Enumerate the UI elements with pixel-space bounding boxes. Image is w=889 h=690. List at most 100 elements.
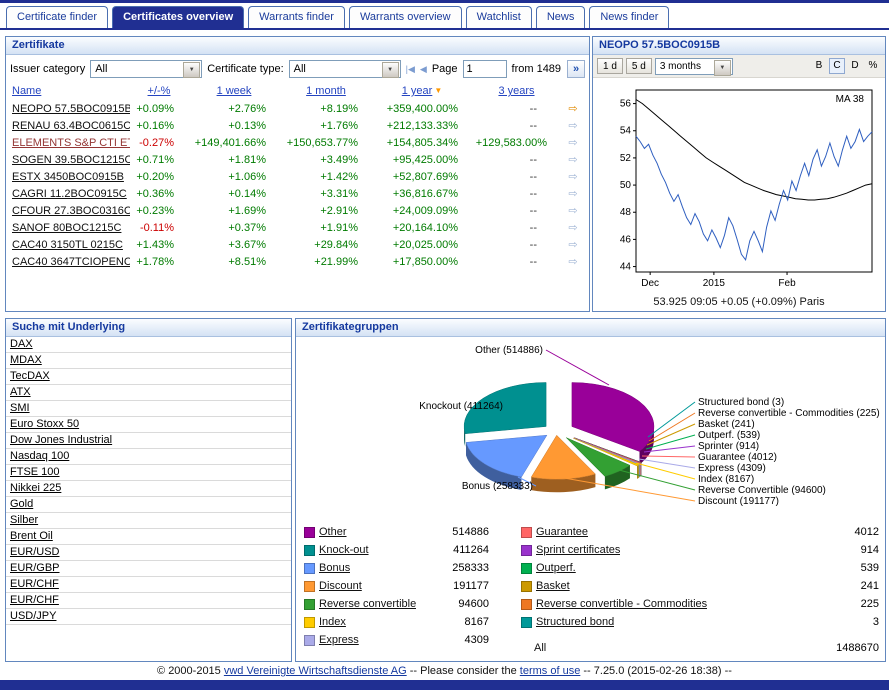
certificate-link[interactable]: SOGEN 39.5BOC1215C xyxy=(12,154,130,166)
legend-link-basket[interactable]: Basket xyxy=(536,580,570,592)
underlying-item[interactable]: EUR/CHF xyxy=(6,593,291,609)
underlying-link[interactable]: Nikkei 225 xyxy=(10,482,61,494)
column-header-link[interactable]: 1 week xyxy=(217,85,252,97)
underlying-item[interactable]: Euro Stoxx 50 xyxy=(6,417,291,433)
range-select[interactable]: 3 months ▼ xyxy=(655,58,733,75)
underlying-item[interactable]: USD/JPY xyxy=(6,609,291,625)
certificate-link[interactable]: CFOUR 27.3BOC0316C xyxy=(12,205,130,217)
certificate-link[interactable]: ESTX 3450BOC0915B xyxy=(12,171,124,183)
chart-mode-b-button[interactable]: B xyxy=(811,58,827,74)
legend-link-structured-bond[interactable]: Structured bond xyxy=(536,616,614,628)
row-arrow-icon[interactable]: ⇨ xyxy=(568,103,577,115)
first-page-icon[interactable]: |◀ xyxy=(406,64,415,75)
tab-news-finder[interactable]: News finder xyxy=(589,6,669,28)
underlying-link[interactable]: EUR/CHF xyxy=(10,578,59,590)
underlying-link[interactable]: EUR/USD xyxy=(10,546,60,558)
certificate-link[interactable]: SANOF 80BOC1215C xyxy=(12,222,121,234)
issuer-category-select[interactable]: All ▼ xyxy=(90,60,202,78)
underlying-item[interactable]: Gold xyxy=(6,497,291,513)
row-arrow-icon[interactable]: ⇨ xyxy=(568,120,577,132)
column-header-link[interactable]: 1 month xyxy=(306,85,346,97)
row-arrow-icon[interactable]: ⇨ xyxy=(568,137,577,149)
chart-mode-percent-button[interactable]: % xyxy=(865,58,881,74)
terms-of-use-link[interactable]: terms of use xyxy=(520,665,581,677)
column-header-name[interactable]: Name xyxy=(8,82,130,100)
row-arrow-icon[interactable]: ⇨ xyxy=(568,239,577,251)
legend-link-reverse-convertible-commodities[interactable]: Reverse convertible - Commodities xyxy=(536,598,707,610)
column-header-1-year[interactable]: 1 year▼ xyxy=(372,82,472,100)
legend-link-outperf[interactable]: Outperf. xyxy=(536,562,576,574)
underlying-item[interactable]: Silber xyxy=(6,513,291,529)
legend-link-discount[interactable]: Discount xyxy=(319,580,362,592)
chevron-down-icon[interactable]: ▼ xyxy=(382,62,399,78)
column-header-1-week[interactable]: 1 week xyxy=(188,82,280,100)
underlying-item[interactable]: EUR/CHF xyxy=(6,577,291,593)
underlying-link[interactable]: Silber xyxy=(10,514,38,526)
underlying-link[interactable]: TecDAX xyxy=(10,370,50,382)
vwd-link[interactable]: vwd Vereinigte Wirtschaftsdienste AG xyxy=(224,665,407,677)
underlying-item[interactable]: EUR/USD xyxy=(6,545,291,561)
tab-certificates-overview[interactable]: Certificates overview xyxy=(112,6,244,28)
chart-mode-c-button[interactable]: C xyxy=(829,58,845,74)
next-pages-button[interactable]: » xyxy=(567,60,585,78)
row-arrow-icon[interactable]: ⇨ xyxy=(568,222,577,234)
underlying-link[interactable]: ATX xyxy=(10,386,31,398)
underlying-item[interactable]: DAX xyxy=(6,337,291,353)
row-arrow-icon[interactable]: ⇨ xyxy=(568,188,577,200)
column-header-1-month[interactable]: 1 month xyxy=(280,82,372,100)
underlying-link[interactable]: EUR/CHF xyxy=(10,594,59,606)
certificate-type-select[interactable]: All ▼ xyxy=(289,60,401,78)
legend-link-other[interactable]: Other xyxy=(319,526,347,538)
underlying-link[interactable]: Nasdaq 100 xyxy=(10,450,69,462)
underlying-link[interactable]: DAX xyxy=(10,338,33,350)
certificate-link[interactable]: CAGRI 11.2BOC0915C xyxy=(12,188,127,200)
row-arrow-icon[interactable]: ⇨ xyxy=(568,171,577,183)
page-input[interactable] xyxy=(463,60,507,78)
legend-link-reverse-convertible[interactable]: Reverse convertible xyxy=(319,598,416,610)
legend-link-index[interactable]: Index xyxy=(319,616,346,628)
row-arrow-icon[interactable]: ⇨ xyxy=(568,154,577,166)
legend-link-bonus[interactable]: Bonus xyxy=(319,562,350,574)
underlying-item[interactable]: Dow Jones Industrial xyxy=(6,433,291,449)
tab-warrants-overview[interactable]: Warrants overview xyxy=(349,6,462,28)
underlying-item[interactable]: Brent Oil xyxy=(6,529,291,545)
certificate-link[interactable]: NEOPO 57.5BOC0915B xyxy=(12,103,130,115)
underlying-item[interactable]: Nasdaq 100 xyxy=(6,449,291,465)
underlying-item[interactable]: ATX xyxy=(6,385,291,401)
underlying-item[interactable]: SMI xyxy=(6,401,291,417)
legend-link-express[interactable]: Express xyxy=(319,634,359,646)
underlying-link[interactable]: USD/JPY xyxy=(10,610,56,622)
underlying-item[interactable]: FTSE 100 xyxy=(6,465,291,481)
underlying-item[interactable]: Nikkei 225 xyxy=(6,481,291,497)
underlying-link[interactable]: MDAX xyxy=(10,354,42,366)
underlying-item[interactable]: EUR/GBP xyxy=(6,561,291,577)
certificate-link[interactable]: RENAU 63.4BOC0615C xyxy=(12,120,130,132)
underlying-item[interactable]: TecDAX xyxy=(6,369,291,385)
pie-slice-other[interactable] xyxy=(572,383,654,452)
tab-watchlist[interactable]: Watchlist xyxy=(466,6,532,28)
prev-page-icon[interactable]: ◀ xyxy=(420,64,427,75)
range-5d-button[interactable]: 5 d xyxy=(626,58,652,74)
column-header-[interactable]: +/-% xyxy=(130,82,188,100)
legend-link-knock-out[interactable]: Knock-out xyxy=(319,544,369,556)
underlying-item[interactable]: MDAX xyxy=(6,353,291,369)
column-header-link[interactable]: 3 years xyxy=(498,85,534,97)
column-header-link[interactable]: Name xyxy=(12,85,41,97)
underlying-link[interactable]: Brent Oil xyxy=(10,530,53,542)
tab-news[interactable]: News xyxy=(536,6,586,28)
underlying-link[interactable]: EUR/GBP xyxy=(10,562,60,574)
column-header-link[interactable]: +/-% xyxy=(148,85,171,97)
underlying-link[interactable]: FTSE 100 xyxy=(10,466,60,478)
underlying-link[interactable]: Euro Stoxx 50 xyxy=(10,418,79,430)
tab-certificate-finder[interactable]: Certificate finder xyxy=(6,6,108,28)
underlying-link[interactable]: SMI xyxy=(10,402,30,414)
underlying-link[interactable]: Gold xyxy=(10,498,33,510)
legend-link-sprint-certificates[interactable]: Sprint certificates xyxy=(536,544,620,556)
tab-warrants-finder[interactable]: Warrants finder xyxy=(248,6,345,28)
column-header-3-years[interactable]: 3 years xyxy=(472,82,561,100)
chart-mode-d-button[interactable]: D xyxy=(847,58,863,74)
legend-link-guarantee[interactable]: Guarantee xyxy=(536,526,588,538)
chevron-down-icon[interactable]: ▼ xyxy=(714,60,731,76)
underlying-link[interactable]: Dow Jones Industrial xyxy=(10,434,112,446)
row-arrow-icon[interactable]: ⇨ xyxy=(568,256,577,268)
